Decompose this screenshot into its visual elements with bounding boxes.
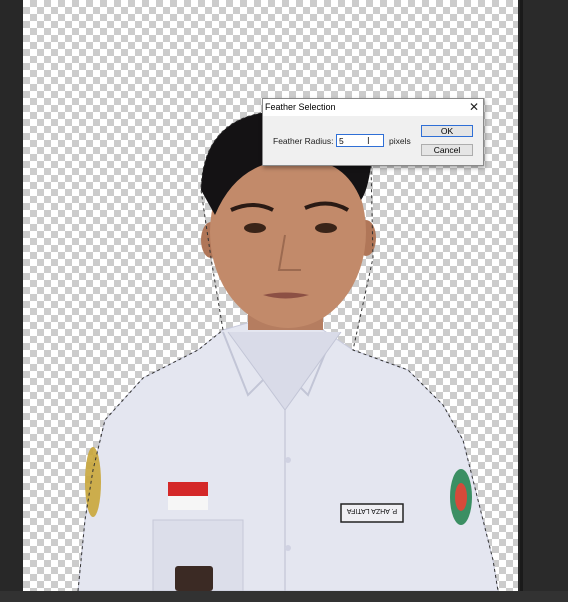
pixels-unit-label: pixels	[389, 136, 411, 146]
workspace: P. AHZA LATIFA	[0, 0, 568, 602]
text-cursor-icon: I	[367, 136, 370, 147]
subject-photo: P. AHZA LATIFA	[77, 111, 499, 591]
ok-button[interactable]: OK	[421, 125, 473, 137]
dialog-title: Feather Selection	[265, 102, 336, 112]
panel-edge	[518, 0, 568, 602]
feather-radius-input[interactable]	[336, 134, 384, 147]
dialog-titlebar: Feather Selection ✕	[263, 99, 483, 116]
document-canvas[interactable]: P. AHZA LATIFA	[23, 0, 518, 591]
cancel-button[interactable]: Cancel	[421, 144, 473, 156]
status-strip	[0, 591, 568, 602]
flag-badge	[168, 482, 208, 496]
feather-selection-dialog: Feather Selection ✕ Feather Radius: I pi…	[262, 98, 484, 166]
feather-radius-label: Feather Radius:	[273, 136, 334, 146]
name-badge: P. AHZA LATIFA	[347, 507, 398, 514]
close-icon[interactable]: ✕	[467, 100, 481, 114]
